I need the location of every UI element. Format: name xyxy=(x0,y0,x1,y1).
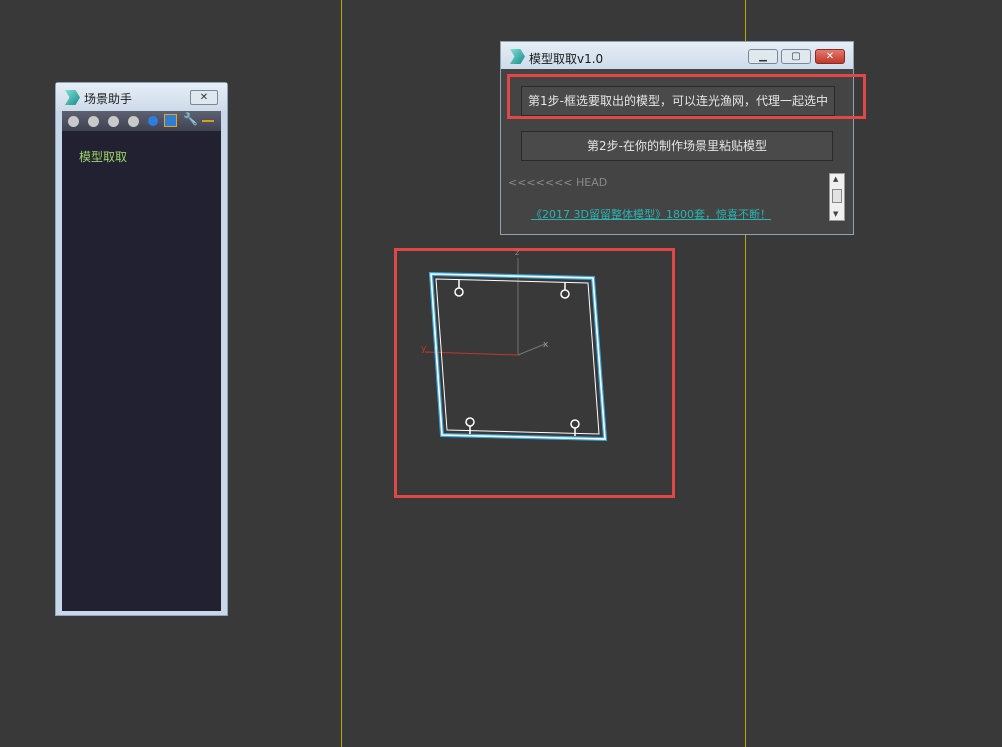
dialog-titlebar[interactable]: 模型取取v1.0 ▁ ▢ ✕ xyxy=(501,42,853,69)
circle-icon[interactable] xyxy=(88,116,99,127)
panel-title: 场景助手 xyxy=(84,92,133,106)
y-axis xyxy=(424,351,519,356)
viewport-model[interactable]: y x z xyxy=(405,250,675,490)
panel-titlebar[interactable]: 场景助手 ✕ xyxy=(56,83,227,111)
restore-icon[interactable]: ▢ xyxy=(781,49,811,64)
screw-icon xyxy=(465,417,475,434)
app-logo-icon xyxy=(510,49,525,64)
axis-y-label: y xyxy=(421,344,427,354)
screw-icon xyxy=(560,282,570,299)
viewport-guide-left xyxy=(341,0,342,747)
x-axis xyxy=(517,343,546,356)
scene-helper-panel: 场景助手 ✕ 🔧 模型取取 xyxy=(55,82,228,616)
scroll-up-icon[interactable]: ▲ xyxy=(833,175,838,183)
minimize-icon[interactable]: ▁ xyxy=(748,49,778,64)
step2-button[interactable]: 第2步-在你的制作场景里粘贴模型 xyxy=(521,131,833,161)
panel-item-model-extract[interactable]: 模型取取 xyxy=(79,148,127,165)
promo-link[interactable]: 《2017 3D留留整体模型》1800套，惊喜不断！ xyxy=(531,206,771,222)
circle-icon[interactable] xyxy=(108,116,119,127)
grid-icon[interactable] xyxy=(164,114,177,127)
log-scrollbar[interactable]: ▲ ▼ xyxy=(829,173,845,221)
step1-highlight xyxy=(507,74,866,119)
scroll-down-icon[interactable]: ▼ xyxy=(833,210,838,218)
axis-z-label: z xyxy=(515,250,519,257)
sphere-icon[interactable] xyxy=(148,116,158,126)
axis-x-label: x xyxy=(543,340,549,350)
panel-list: 模型取取 xyxy=(62,131,221,611)
dialog-title: 模型取取v1.0 xyxy=(529,52,604,66)
close-icon[interactable]: ✕ xyxy=(190,90,218,105)
log-area: <<<<<<< HEAD 《2017 3D留留整体模型》1800套，惊喜不断！ xyxy=(508,172,833,224)
wrench-icon[interactable]: 🔧 xyxy=(183,112,198,126)
close-icon[interactable]: ✕ xyxy=(815,49,845,64)
minimize-line-icon[interactable] xyxy=(202,120,214,122)
screw-icon xyxy=(454,280,464,297)
circle-icon[interactable] xyxy=(68,116,79,127)
scroll-thumb[interactable] xyxy=(832,189,842,203)
model-extract-dialog: 模型取取v1.0 ▁ ▢ ✕ 第1步-框选要取出的模型，可以连光渔网，代理一起选… xyxy=(500,41,854,235)
panel-toolbar: 🔧 xyxy=(62,111,221,131)
log-text: <<<<<<< HEAD xyxy=(508,176,608,189)
circle-icon[interactable] xyxy=(128,116,139,127)
app-logo-icon xyxy=(65,90,80,105)
